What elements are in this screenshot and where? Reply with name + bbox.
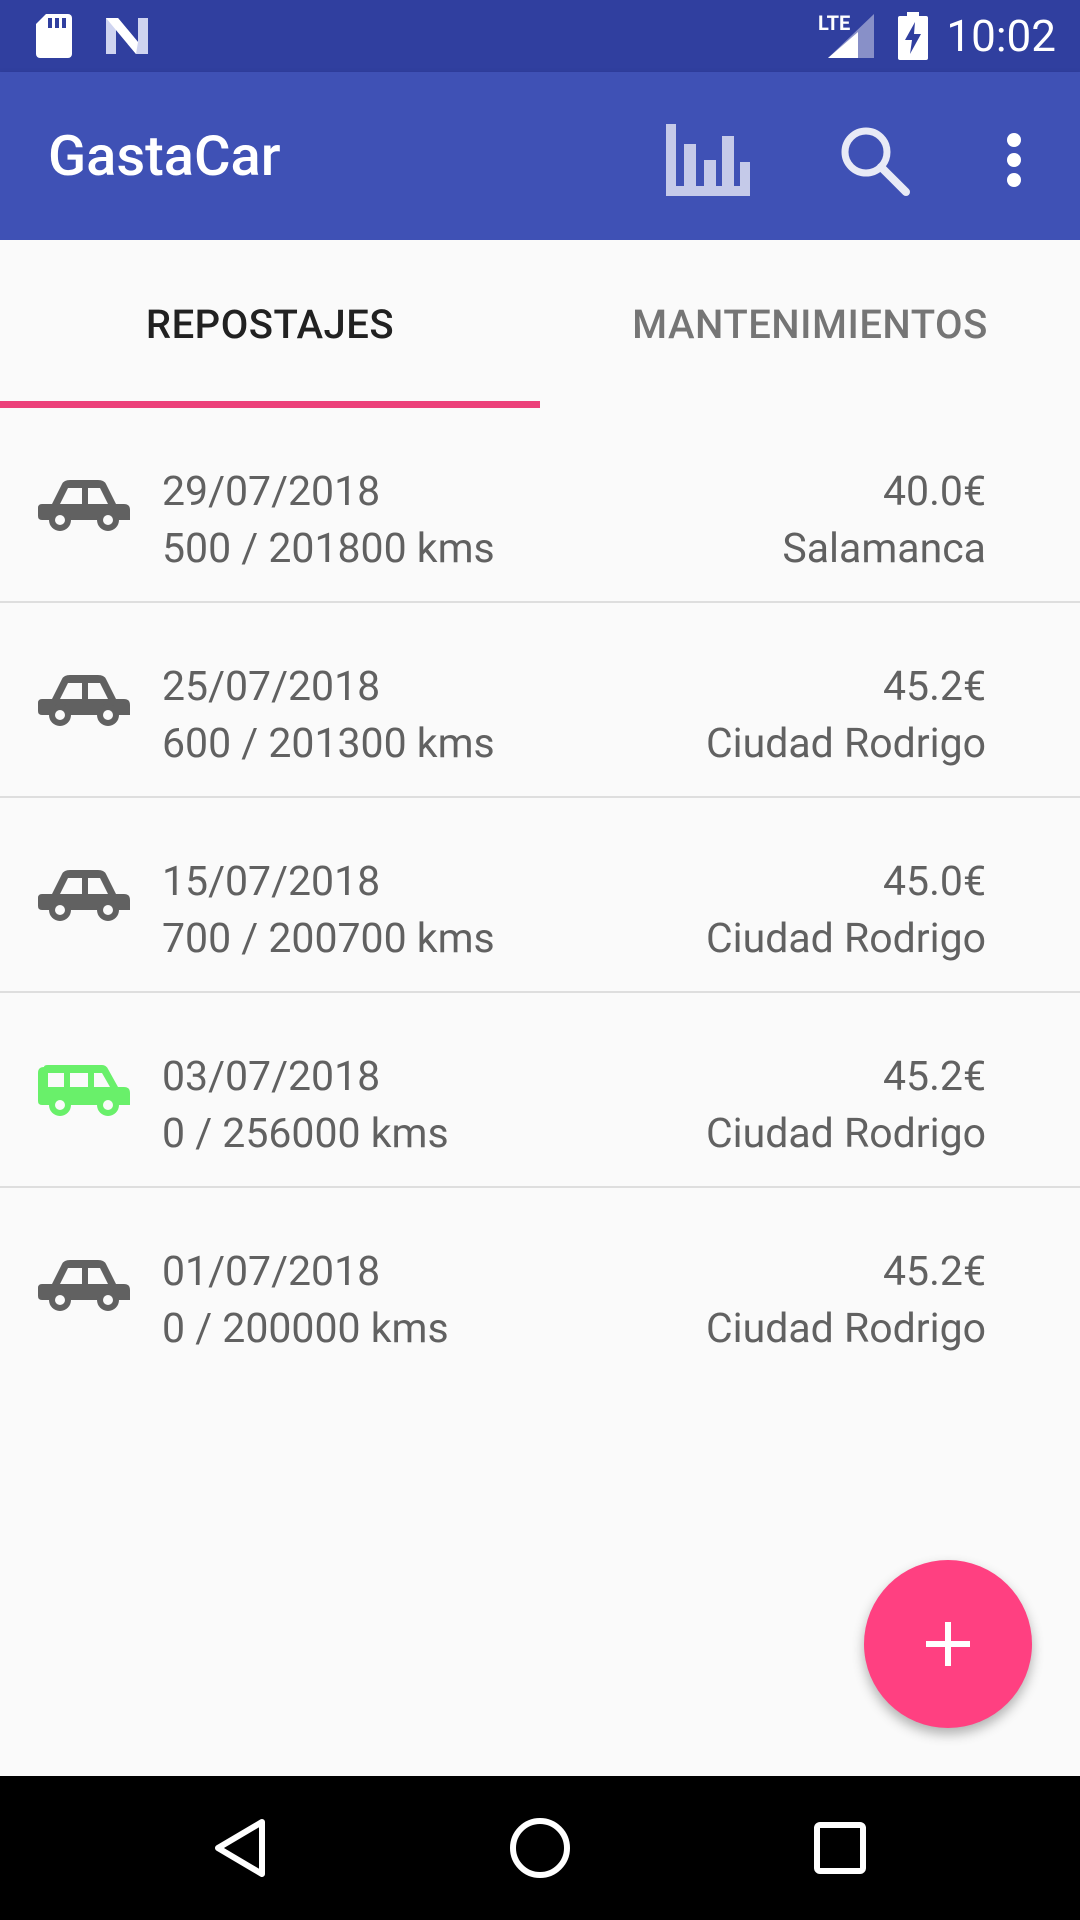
refuel-kms: 600 / 201300 kms: [162, 720, 495, 768]
add-icon: [926, 1622, 970, 1666]
refuel-kms: 500 / 201800 kms: [162, 525, 495, 573]
list-item[interactable]: 01/07/2018 0 / 200000 kms 45.2€ Ciudad R…: [0, 1188, 1080, 1381]
search-button[interactable]: [826, 112, 922, 208]
refuel-kms: 0 / 256000 kms: [162, 1110, 449, 1158]
more-vert-icon: [1007, 133, 1021, 187]
refuel-price: 45.2€: [883, 1248, 986, 1296]
home-button[interactable]: [490, 1798, 590, 1898]
list-item[interactable]: 03/07/2018 0 / 256000 kms 45.2€ Ciudad R…: [0, 993, 1080, 1188]
lte-signal-icon: LTE: [818, 12, 874, 58]
recents-icon: [814, 1822, 866, 1874]
status-bar: LTE 10:02: [0, 0, 1080, 72]
refuel-kms: 0 / 200000 kms: [162, 1305, 449, 1353]
car-icon: [38, 675, 130, 726]
car-icon: [38, 1260, 130, 1311]
refuel-price: 45.2€: [883, 1053, 986, 1101]
tab-label: MANTENIMIENTOS: [632, 300, 988, 348]
refuel-date: 03/07/2018: [162, 1053, 381, 1101]
navigation-bar: [0, 1776, 1080, 1920]
back-icon: [215, 1819, 265, 1877]
list-item[interactable]: 15/07/2018 700 / 200700 kms 45.0€ Ciudad…: [0, 798, 1080, 993]
refuel-date: 01/07/2018: [162, 1248, 381, 1296]
refuel-place: Ciudad Rodrigo: [705, 915, 986, 963]
search-icon: [841, 127, 910, 196]
bar-chart-icon: [666, 124, 750, 196]
tab-bar: REPOSTAJES MANTENIMIENTOS: [0, 240, 1080, 408]
list-item[interactable]: 25/07/2018 600 / 201300 kms 45.2€ Ciudad…: [0, 603, 1080, 798]
tab-repostajes[interactable]: REPOSTAJES: [0, 240, 540, 408]
refuel-kms: 700 / 200700 kms: [162, 915, 495, 963]
overflow-menu-button[interactable]: [966, 112, 1062, 208]
add-refuel-button[interactable]: [864, 1560, 1032, 1728]
recents-button[interactable]: [790, 1798, 890, 1898]
refuel-date: 15/07/2018: [162, 858, 381, 906]
network-type-label: LTE: [818, 11, 851, 35]
sd-card-icon: [36, 14, 72, 58]
tab-indicator: [0, 401, 540, 408]
app-title: GastaCar: [48, 123, 281, 189]
car-icon: [38, 480, 130, 531]
tab-label: REPOSTAJES: [145, 300, 395, 348]
app-bar: GastaCar: [0, 72, 1080, 240]
refuel-date: 25/07/2018: [162, 663, 381, 711]
refuel-date: 29/07/2018: [162, 468, 381, 516]
refuel-place: Salamanca: [782, 525, 986, 573]
list-item[interactable]: 29/07/2018 500 / 201800 kms 40.0€ Salama…: [0, 408, 1080, 603]
refuel-price: 45.2€: [883, 663, 986, 711]
refuel-place: Ciudad Rodrigo: [705, 1305, 986, 1353]
home-icon: [510, 1818, 570, 1878]
refuel-place: Ciudad Rodrigo: [705, 1110, 986, 1158]
refuel-price: 45.0€: [883, 858, 986, 906]
refuel-price: 40.0€: [883, 468, 986, 516]
statistics-button[interactable]: [660, 112, 756, 208]
refuel-place: Ciudad Rodrigo: [705, 720, 986, 768]
tab-mantenimientos[interactable]: MANTENIMIENTOS: [540, 240, 1080, 408]
n-logo-icon: [106, 18, 148, 54]
car-icon: [38, 870, 130, 921]
back-button[interactable]: [190, 1798, 290, 1898]
refuel-list: 29/07/2018 500 / 201800 kms 40.0€ Salama…: [0, 408, 1080, 1381]
van-icon: [38, 1065, 130, 1116]
clock: 10:02: [946, 10, 1056, 62]
battery-charging-icon: [898, 12, 928, 60]
